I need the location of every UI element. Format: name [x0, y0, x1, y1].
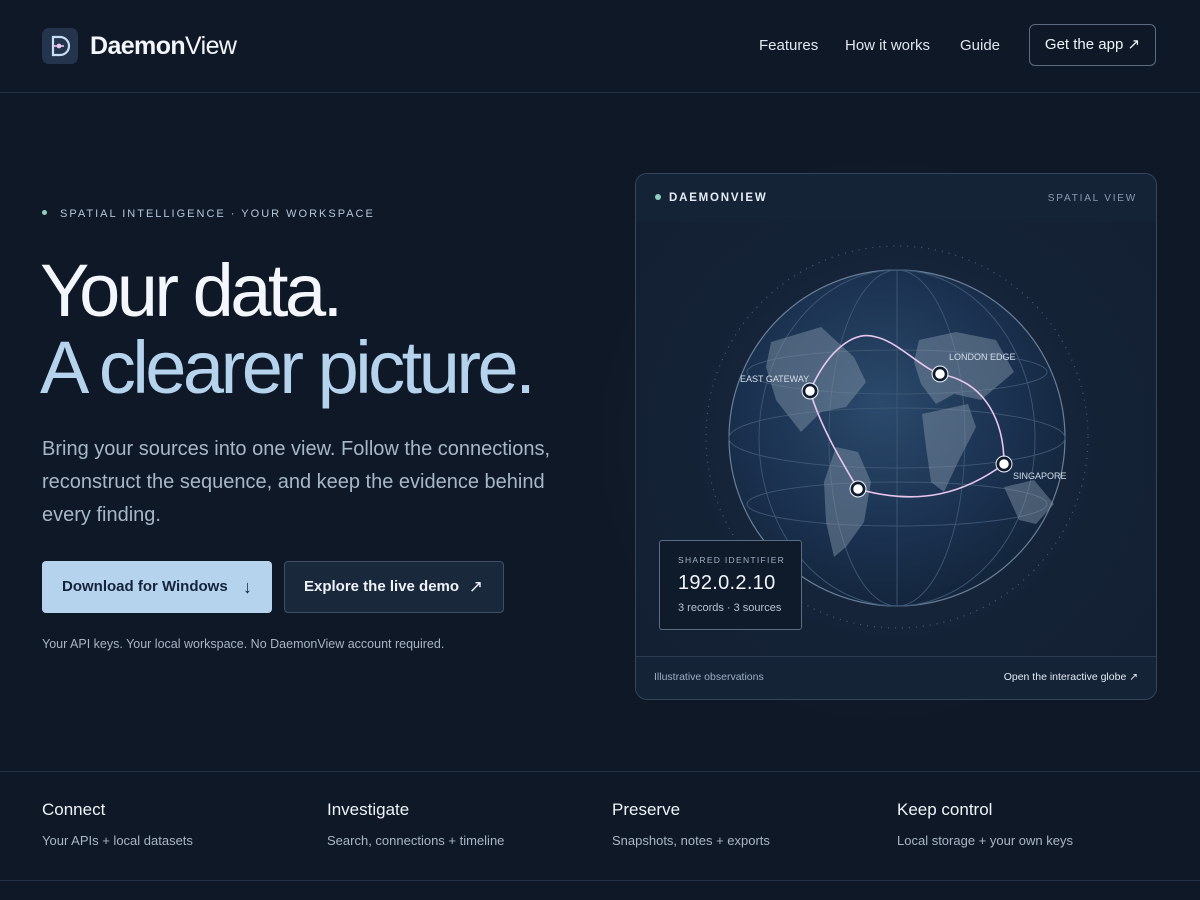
live-dot-icon	[655, 194, 661, 200]
feature-desc: Local storage + your own keys	[897, 833, 1073, 848]
external-link-icon: ↗	[468, 577, 483, 596]
explore-demo-button[interactable]: Explore the live demo ↗	[284, 561, 504, 613]
nav-guide-link[interactable]: Guide	[960, 37, 1000, 55]
hero-headline: Your data. A clearer picture.	[40, 249, 536, 409]
nav-features-link[interactable]: Features	[759, 37, 818, 55]
hero-fineprint: Your API keys. Your local workspace. No …	[42, 637, 445, 651]
card-header: DAEMONVIEW SPATIAL VIEW	[636, 174, 1156, 223]
get-the-app-button[interactable]: Get the app ↗	[1029, 24, 1156, 66]
feature-title: Connect	[42, 800, 106, 819]
hero-eyebrow: SPATIAL INTELLIGENCE · YOUR WORKSPACE	[42, 208, 375, 220]
node-east-gateway	[801, 382, 819, 400]
feature-connect: Connect Your APIs + local datasets	[42, 800, 302, 849]
download-windows-button[interactable]: Download for Windows ↓	[42, 561, 272, 613]
open-globe-link[interactable]: Open the interactive globe ↗	[1004, 671, 1138, 684]
feature-title: Preserve	[612, 800, 681, 819]
card-subtitle: SPATIAL VIEW	[1047, 193, 1137, 204]
spatial-view-card: DAEMONVIEW SPATIAL VIEW EAST GATEWAY LON…	[635, 173, 1157, 700]
feature-title: Keep control	[897, 800, 993, 819]
identifier-panel[interactable]: SHARED IDENTIFIER 192.0.2.10 3 records ·…	[659, 540, 802, 630]
identifier-meta: 3 records · 3 sources	[678, 602, 782, 614]
logo-icon[interactable]	[42, 28, 78, 64]
hero-description: Bring your sources into one view. Follow…	[42, 438, 551, 526]
node-singapore	[995, 455, 1013, 473]
node-south	[849, 480, 867, 498]
label-east-gateway: EAST GATEWAY	[740, 374, 809, 384]
node-london-edge	[931, 365, 949, 383]
status-dot-icon	[42, 210, 47, 215]
headline-line-1: Your data.	[40, 249, 343, 332]
feature-keep-control: Keep control Local storage + your own ke…	[897, 800, 1157, 849]
feature-desc: Snapshots, notes + exports	[612, 833, 770, 848]
features-strip: Connect Your APIs + local datasets Inves…	[0, 771, 1200, 881]
card-footer: Illustrative observations Open the inter…	[636, 656, 1156, 699]
feature-investigate: Investigate Search, connections + timeli…	[327, 800, 587, 849]
feature-preserve: Preserve Snapshots, notes + exports	[612, 800, 872, 849]
footer-note: Illustrative observations	[654, 671, 764, 683]
headline-line-2: A clearer picture.	[40, 326, 536, 409]
brand-name[interactable]: DaemonView	[90, 31, 237, 61]
globe-viewport[interactable]: EAST GATEWAY LONDON EDGE SINGAPORE SHARE…	[636, 222, 1156, 658]
identifier-value: 192.0.2.10	[678, 572, 776, 594]
identifier-label: SHARED IDENTIFIER	[678, 555, 786, 565]
card-title: DAEMONVIEW	[655, 192, 768, 205]
feature-title: Investigate	[327, 800, 410, 819]
feature-desc: Search, connections + timeline	[327, 833, 505, 848]
download-arrow-icon: ↓	[243, 577, 252, 597]
feature-desc: Your APIs + local datasets	[42, 833, 193, 848]
site-header: DaemonView Features How it works Guide G…	[0, 0, 1200, 93]
label-singapore: SINGAPORE	[1013, 471, 1067, 481]
nav-how-it-works-link[interactable]: How it works	[845, 37, 930, 55]
label-london-edge: LONDON EDGE	[949, 352, 1016, 362]
